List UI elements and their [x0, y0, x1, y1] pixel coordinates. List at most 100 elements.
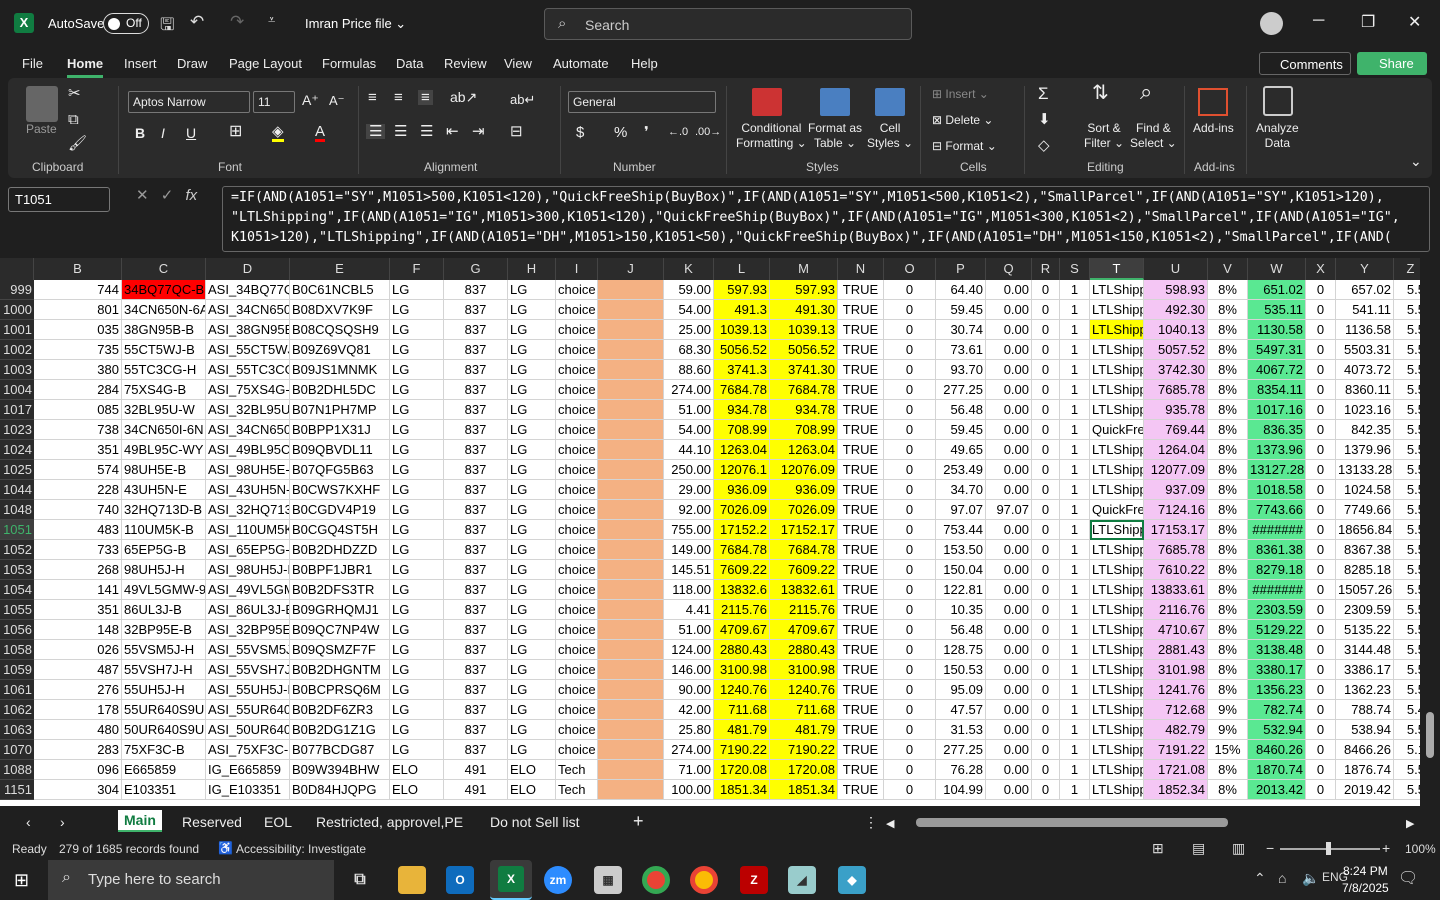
cell-l[interactable]: 7190.22: [714, 740, 770, 760]
column-header-r[interactable]: R: [1032, 258, 1060, 280]
cell-d[interactable]: ASI_75XF3C-B: [206, 740, 290, 760]
cell-v[interactable]: 8%: [1208, 520, 1248, 540]
cell-b[interactable]: 483: [34, 520, 122, 540]
cell-h[interactable]: ELO: [508, 780, 556, 800]
cell-q[interactable]: 0.00: [986, 480, 1032, 500]
cell-w[interactable]: 1870.74: [1248, 760, 1306, 780]
cell-r[interactable]: 0: [1032, 640, 1060, 660]
cell-g[interactable]: 837: [444, 560, 508, 580]
cell-u[interactable]: 1721.08: [1144, 760, 1208, 780]
cell-x[interactable]: 0: [1306, 520, 1336, 540]
column-header-m[interactable]: M: [770, 258, 838, 280]
cell-t[interactable]: LTLShipp: [1090, 360, 1144, 380]
cell-t[interactable]: LTLShipp: [1090, 560, 1144, 580]
cell-i[interactable]: choice: [556, 660, 598, 680]
enter-icon[interactable]: ✓: [161, 187, 174, 204]
cell-e[interactable]: B0C61NCBL5: [290, 280, 390, 300]
cell-x[interactable]: 0: [1306, 340, 1336, 360]
row-header[interactable]: 1059: [0, 660, 34, 680]
cell-y[interactable]: 1379.96: [1336, 440, 1394, 460]
cell-f[interactable]: LG: [390, 720, 444, 740]
cell-v[interactable]: 8%: [1208, 300, 1248, 320]
cell-y[interactable]: 5503.31: [1336, 340, 1394, 360]
select-all-corner[interactable]: [0, 258, 34, 280]
cell-e[interactable]: B0CGQ4ST5H: [290, 520, 390, 540]
cell-l[interactable]: 936.09: [714, 480, 770, 500]
row-header[interactable]: 1051: [0, 520, 34, 540]
cell-l[interactable]: 1263.04: [714, 440, 770, 460]
cell-j[interactable]: [598, 720, 664, 740]
cell-m[interactable]: 711.68: [770, 700, 838, 720]
cell-y[interactable]: 15057.26: [1336, 580, 1394, 600]
cell-b[interactable]: 487: [34, 660, 122, 680]
cell-s[interactable]: 1: [1060, 440, 1090, 460]
cell-s[interactable]: 1: [1060, 380, 1090, 400]
cell-m[interactable]: 1851.34: [770, 780, 838, 800]
cell-x[interactable]: 0: [1306, 740, 1336, 760]
cell-v[interactable]: 8%: [1208, 480, 1248, 500]
cell-e[interactable]: B09Z69VQ81: [290, 340, 390, 360]
cell-r[interactable]: 0: [1032, 280, 1060, 300]
cell-b[interactable]: 735: [34, 340, 122, 360]
cell-d[interactable]: ASI_49BL95C-: [206, 440, 290, 460]
outlook-icon[interactable]: O: [446, 866, 474, 894]
cell-q[interactable]: 0.00: [986, 300, 1032, 320]
cell-j[interactable]: [598, 400, 664, 420]
cell-i[interactable]: choice: [556, 380, 598, 400]
cell-f[interactable]: ELO: [390, 780, 444, 800]
cell-f[interactable]: LG: [390, 520, 444, 540]
cell-c[interactable]: 110UM5K-B: [122, 520, 206, 540]
percent-icon[interactable]: %: [614, 125, 627, 140]
cell-w[interactable]: 1373.96: [1248, 440, 1306, 460]
cell-b[interactable]: 141: [34, 580, 122, 600]
cell-e[interactable]: B09W394BHW: [290, 760, 390, 780]
format-as-table-button[interactable]: Format as Table ⌄: [808, 121, 862, 151]
tab-home[interactable]: Home: [67, 56, 104, 78]
cell-w[interactable]: 13127.28: [1248, 460, 1306, 480]
cell-b[interactable]: 228: [34, 480, 122, 500]
scroll-left-icon[interactable]: ◀: [886, 817, 894, 830]
cell-c[interactable]: 55VSH7J-H: [122, 660, 206, 680]
cell-h[interactable]: LG: [508, 700, 556, 720]
cell-p[interactable]: 97.07: [936, 500, 986, 520]
cell-j[interactable]: [598, 700, 664, 720]
cell-c[interactable]: 98UH5E-B: [122, 460, 206, 480]
cell-e[interactable]: B07QFG5B63: [290, 460, 390, 480]
cell-o[interactable]: 0: [884, 400, 936, 420]
cell-v[interactable]: 8%: [1208, 560, 1248, 580]
cell-d[interactable]: ASI_38GN95B: [206, 320, 290, 340]
cell-t[interactable]: LTLShipp: [1090, 380, 1144, 400]
cell-h[interactable]: LG: [508, 540, 556, 560]
cell-t[interactable]: LTLShipp: [1090, 300, 1144, 320]
cell-i[interactable]: choice: [556, 400, 598, 420]
row-header[interactable]: 1052: [0, 540, 34, 560]
cell-h[interactable]: LG: [508, 360, 556, 380]
cell-u[interactable]: 2881.43: [1144, 640, 1208, 660]
prev-sheet-icon[interactable]: ‹: [26, 814, 31, 830]
tab-view[interactable]: View: [504, 56, 532, 71]
cell-d[interactable]: ASI_55TC3CG-: [206, 360, 290, 380]
cell-m[interactable]: 2115.76: [770, 600, 838, 620]
row-header[interactable]: 1000: [0, 300, 34, 320]
cell-l[interactable]: 17152.2: [714, 520, 770, 540]
cell-z[interactable]: 5.5: [1394, 480, 1420, 500]
cell-e[interactable]: B0BCPRSQ6M: [290, 680, 390, 700]
cell-m[interactable]: 1263.04: [770, 440, 838, 460]
cell-d[interactable]: ASI_55CT5WJ-: [206, 340, 290, 360]
column-header-c[interactable]: C: [122, 258, 206, 280]
cell-g[interactable]: 837: [444, 700, 508, 720]
cell-q[interactable]: 0.00: [986, 620, 1032, 640]
network-icon[interactable]: ⌂: [1278, 870, 1286, 886]
underline-icon[interactable]: U: [186, 126, 196, 141]
cell-v[interactable]: 8%: [1208, 440, 1248, 460]
cell-g[interactable]: 491: [444, 760, 508, 780]
vpn-app-icon[interactable]: ◆: [838, 866, 866, 894]
cell-b[interactable]: 574: [34, 460, 122, 480]
search-box[interactable]: ⌕ Search: [544, 8, 912, 40]
cell-t[interactable]: LTLShipp: [1090, 280, 1144, 300]
cell-s[interactable]: 1: [1060, 500, 1090, 520]
cell-p[interactable]: 104.99: [936, 780, 986, 800]
cell-n[interactable]: TRUE: [838, 400, 884, 420]
cell-l[interactable]: 13832.6: [714, 580, 770, 600]
cell-u[interactable]: 1040.13: [1144, 320, 1208, 340]
